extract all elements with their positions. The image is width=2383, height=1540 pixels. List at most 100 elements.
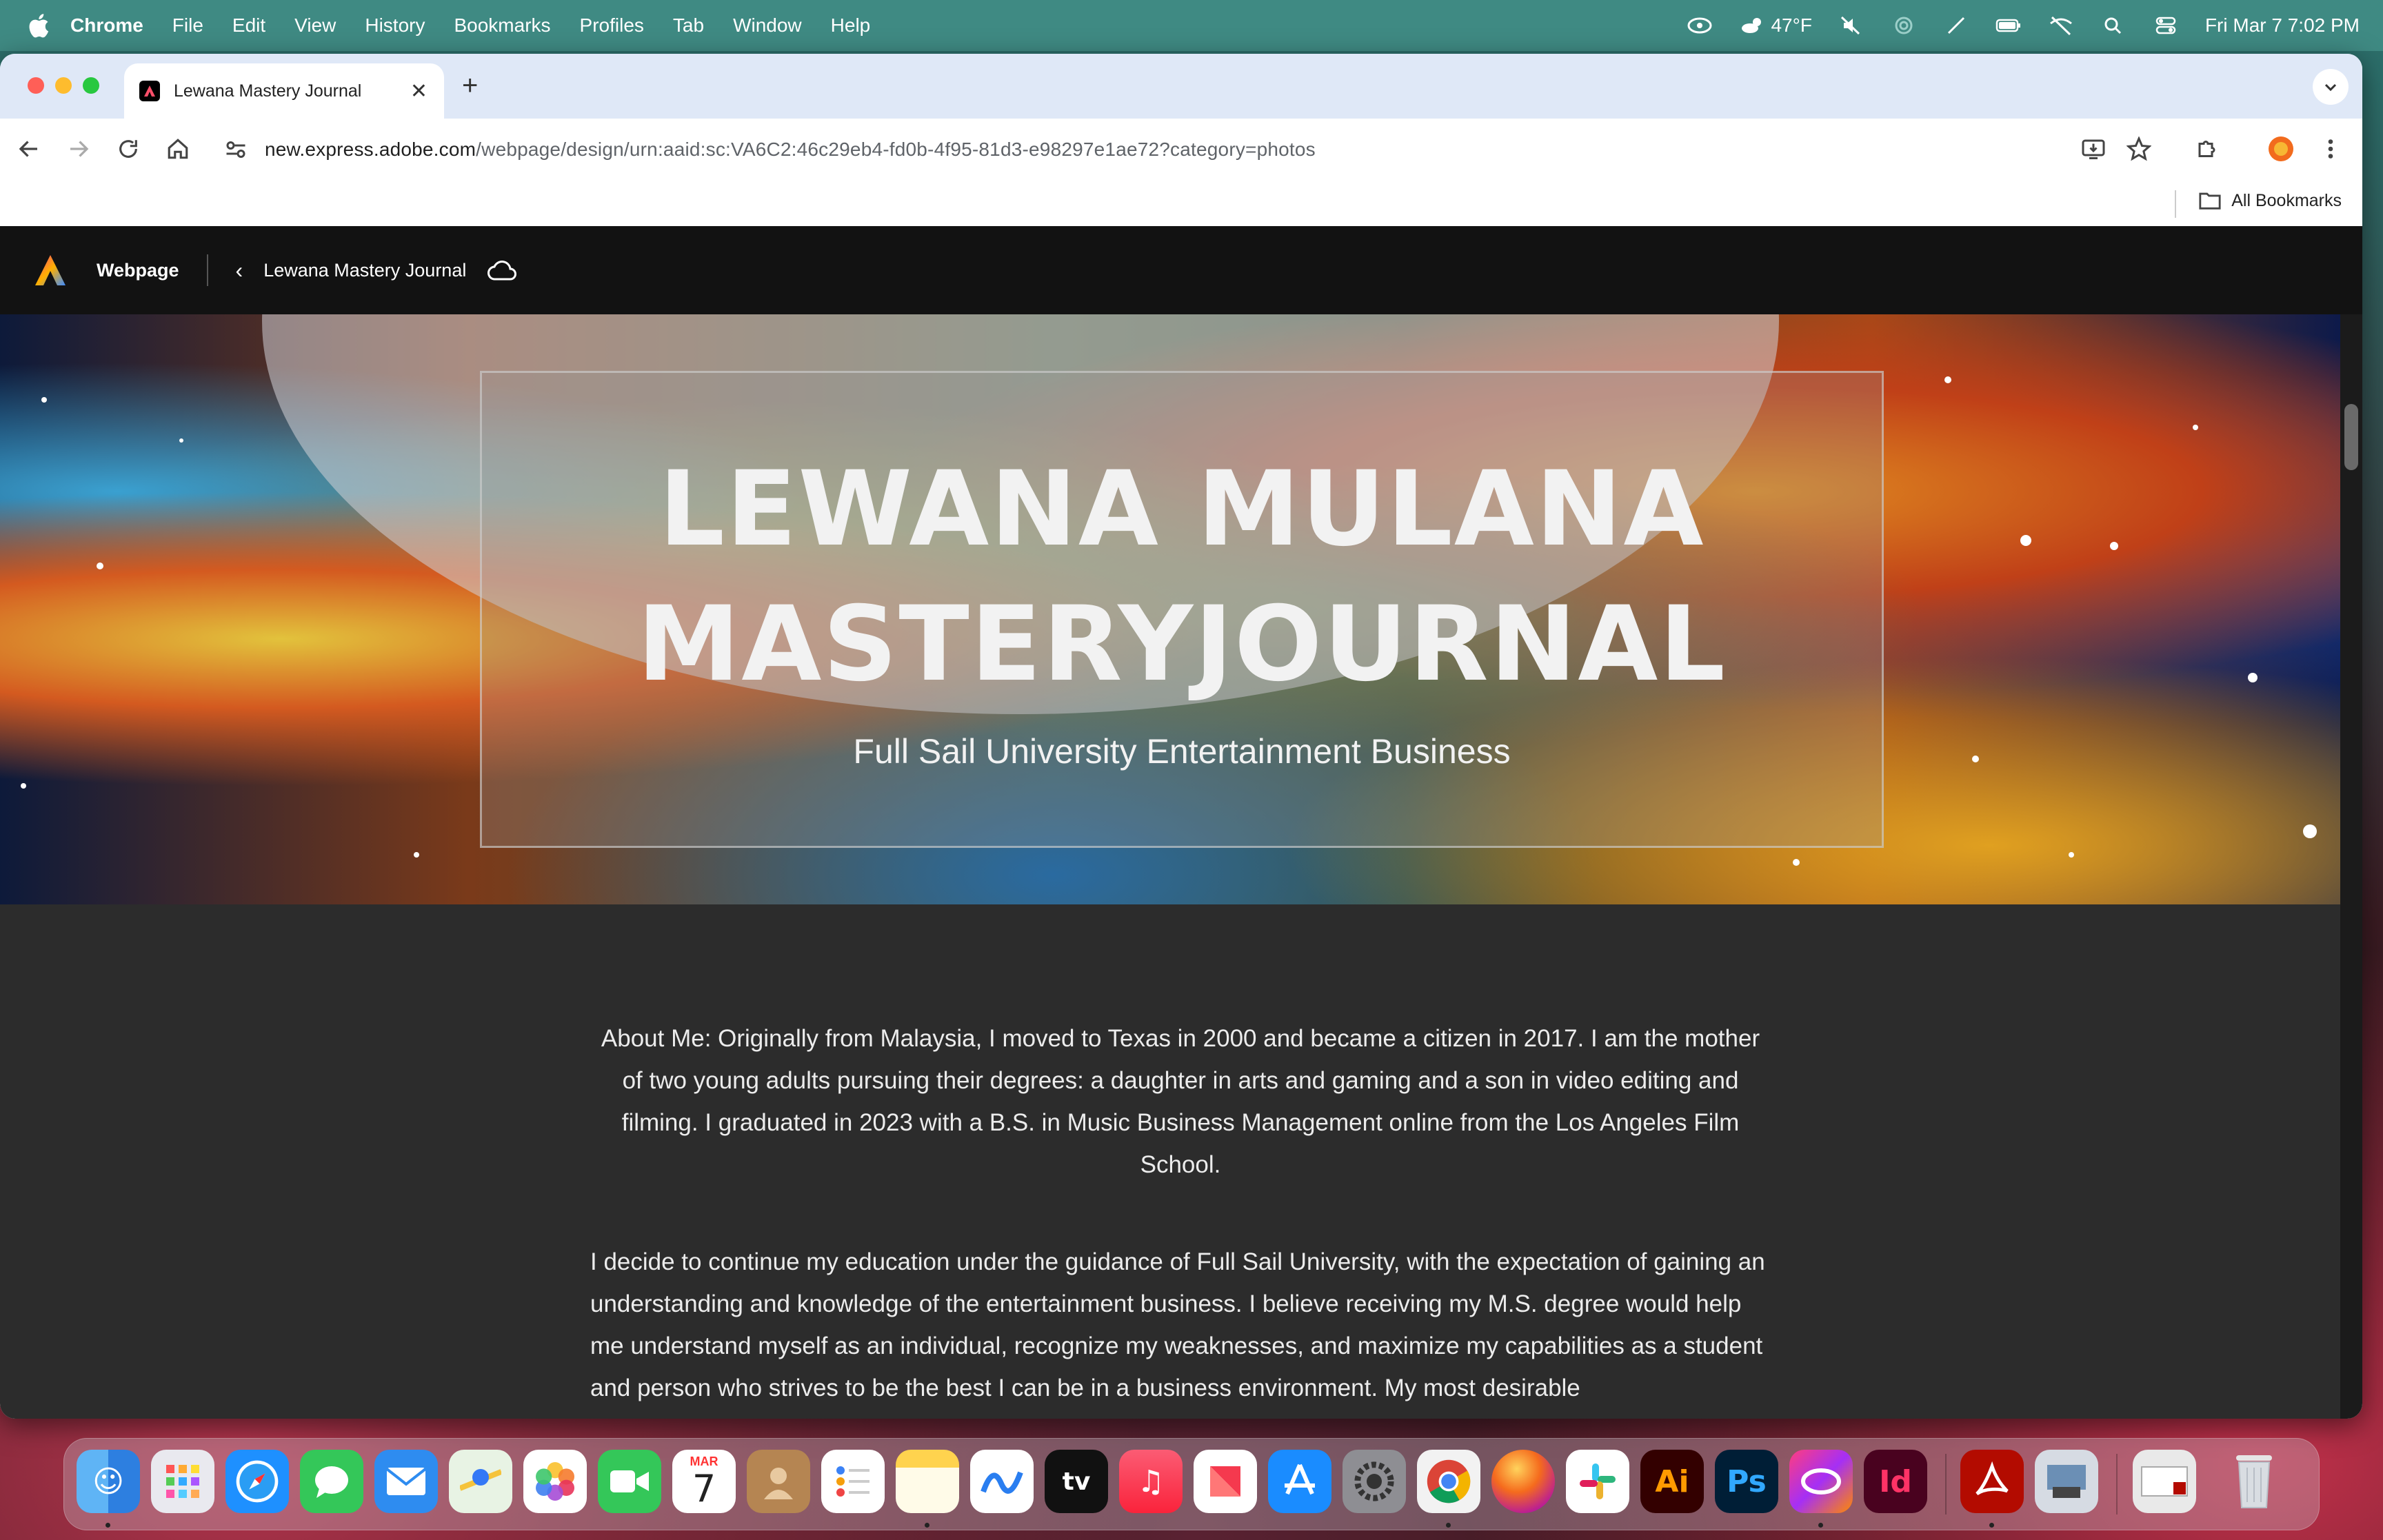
chrome-icon[interactable] [1417,1450,1480,1513]
apple-tv-icon[interactable]: tv [1045,1450,1108,1513]
close-tab-icon[interactable]: ✕ [410,79,428,103]
back-button[interactable] [14,134,44,164]
hero-text-box[interactable]: LEWANA MULANA MASTERYJOURNAL Full Sail U… [480,371,1884,848]
zoom-window-button[interactable] [83,77,99,94]
vertical-scrollbar[interactable] [2340,314,2362,1419]
address-bar[interactable]: new.express.adobe.com/webpage/design/urn… [214,127,2220,172]
preview-icon[interactable] [2035,1450,2098,1513]
cloud-save-icon[interactable] [487,259,517,282]
new-tab-button[interactable]: + [462,70,478,101]
menu-file[interactable]: File [172,14,203,37]
calendar-icon[interactable]: MAR 7 [672,1450,736,1513]
photos-icon[interactable] [523,1450,587,1513]
app-section-label[interactable]: Webpage [97,260,179,281]
menu-window[interactable]: Window [733,14,802,37]
back-chevron-icon[interactable]: ‹ [236,258,243,283]
airdrop-icon[interactable] [1891,15,1917,36]
hero-banner[interactable]: LEWANA MULANA MASTERYJOURNAL Full Sail U… [0,314,2340,904]
forward-button[interactable] [63,134,94,164]
hero-title[interactable]: LEWANA MULANA MASTERYJOURNAL [482,442,1882,712]
mail-icon[interactable] [374,1450,438,1513]
tab-title: Lewana Mastery Journal [174,81,362,101]
menu-bookmarks[interactable]: Bookmarks [454,14,550,37]
illustrator-icon[interactable]: Ai [1640,1450,1704,1513]
trash-icon[interactable] [2222,1450,2286,1513]
body-text-block[interactable]: About Me: Originally from Malaysia, I mo… [590,1017,1771,1409]
photoshop-label: Ps [1727,1463,1767,1499]
control-center-icon[interactable] [2153,15,2179,36]
profile-avatar[interactable] [2266,134,2296,164]
all-bookmarks-button[interactable]: All Bookmarks [2198,190,2342,211]
spotlight-search-icon[interactable] [2100,15,2126,36]
about-me-paragraph[interactable]: About Me: Originally from Malaysia, I mo… [590,1017,1771,1186]
battery-icon[interactable] [1995,15,2022,36]
notes-icon[interactable] [896,1450,959,1513]
menu-view[interactable]: View [294,14,336,37]
dock-divider [1945,1454,1947,1514]
minimize-window-button[interactable] [55,77,72,94]
menu-history[interactable]: History [365,14,425,37]
firefox-icon[interactable] [1491,1450,1555,1513]
menu-tab[interactable]: Tab [673,14,704,37]
slack-icon[interactable] [1566,1450,1629,1513]
education-paragraph[interactable]: I decide to continue my education under … [590,1241,1771,1409]
messages-icon[interactable] [300,1450,363,1513]
running-indicator [1446,1523,1451,1528]
design-canvas[interactable]: LEWANA MULANA MASTERYJOURNAL Full Sail U… [0,314,2340,1419]
star-dot [2248,673,2258,682]
photoshop-icon[interactable]: Ps [1715,1450,1778,1513]
system-settings-icon[interactable] [1343,1450,1406,1513]
install-app-button[interactable] [2078,134,2109,164]
music-icon[interactable]: ♫ [1119,1450,1183,1513]
pen-tool-icon[interactable] [1943,15,1969,36]
site-settings-icon[interactable] [223,137,248,162]
avatar-icon [2269,136,2293,161]
apple-icon[interactable] [26,12,50,39]
tab-search-button[interactable] [2313,69,2349,105]
url-host: new.express.adobe.com [265,139,476,160]
safari-icon[interactable] [225,1450,289,1513]
tab-strip: Lewana Mastery Journal ✕ + [0,54,2362,119]
menu-help[interactable]: Help [831,14,871,37]
home-button[interactable] [163,134,193,164]
document-title[interactable]: Lewana Mastery Journal [263,260,466,281]
news-icon[interactable] [1194,1450,1257,1513]
freeform-icon[interactable] [970,1450,1034,1513]
calendar-day: 7 [692,1466,716,1510]
acrobat-icon[interactable] [1960,1450,2024,1513]
creative-cloud-icon[interactable] [1687,15,1713,36]
star-dot [2110,542,2118,550]
recent-document-icon[interactable] [2133,1450,2196,1513]
indesign-icon[interactable]: Id [1864,1450,1927,1513]
scrollbar-thumb[interactable] [2344,404,2358,470]
adobe-express-logo-icon[interactable] [33,253,68,287]
clock[interactable]: Fri Mar 7 7:02 PM [2205,14,2360,37]
reload-button[interactable] [113,134,143,164]
bookmark-star-button[interactable] [2124,134,2154,164]
wifi-off-icon[interactable] [2048,15,2074,36]
finder-icon[interactable]: ☺ [77,1450,140,1513]
hero-subtitle[interactable]: Full Sail University Entertainment Busin… [482,731,1882,771]
weather-status[interactable]: 47°F [1739,14,1812,37]
reminders-icon[interactable] [821,1450,885,1513]
maps-icon[interactable] [449,1450,512,1513]
creative-cloud-app-icon[interactable] [1789,1450,1853,1513]
menu-edit[interactable]: Edit [232,14,265,37]
menu-chrome[interactable]: Chrome [70,14,143,37]
chrome-menu-button[interactable] [2315,134,2346,164]
contacts-icon[interactable] [747,1450,810,1513]
facetime-icon[interactable] [598,1450,661,1513]
extensions-button[interactable] [2193,134,2223,164]
arrow-left-icon [19,141,37,157]
mute-icon[interactable] [1838,15,1864,36]
tab-lewana-mastery-journal[interactable]: Lewana Mastery Journal ✕ [124,63,444,119]
app-store-icon[interactable] [1268,1450,1331,1513]
url-text[interactable]: new.express.adobe.com/webpage/design/urn… [265,139,1316,161]
menu-profiles[interactable]: Profiles [580,14,644,37]
more-vertical-icon [2328,139,2333,159]
url-path: /webpage/design/urn:aaid:sc:VA6C2:46c29e… [476,139,1316,160]
install-icon [2082,139,2105,159]
dock-divider [2116,1454,2118,1514]
launchpad-icon[interactable] [151,1450,214,1513]
close-window-button[interactable] [28,77,44,94]
